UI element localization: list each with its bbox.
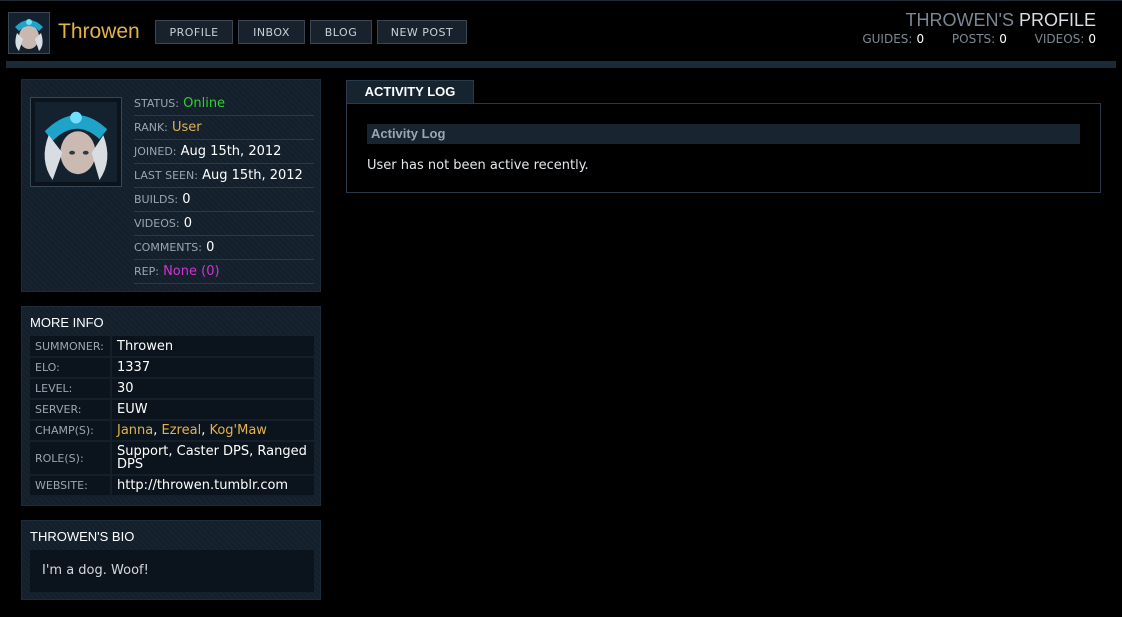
level-value: 30 [111, 378, 314, 400]
nav-new-post-button[interactable]: NEW POST [377, 20, 467, 44]
videos-row: VIDEOS: 0 [134, 212, 314, 236]
bio-title: THROWEN'S BIO [30, 529, 135, 544]
last-seen-row: LAST SEEN: Aug 15th, 2012 [134, 164, 314, 188]
table-row: SERVER: EUW [30, 399, 314, 421]
builds-label: BUILDS: [134, 193, 179, 206]
rank-label: RANK: [134, 121, 168, 134]
builds-value: 0 [182, 192, 191, 207]
header-divider [6, 61, 1116, 68]
profile-title: THROWEN'S PROFILE [906, 10, 1096, 31]
table-row: WEBSITE: http://throwen.tumblr.com [30, 475, 314, 497]
website-value[interactable]: http://throwen.tumblr.com [111, 475, 314, 497]
builds-row: BUILDS: 0 [134, 188, 314, 212]
top-border [0, 0, 1122, 1]
champ-link-janna[interactable]: Janna [117, 423, 153, 438]
roles-label: ROLE(S): [30, 441, 112, 476]
stat-posts-label: POSTS: [951, 32, 996, 46]
nav-inbox-button[interactable]: INBOX [238, 20, 305, 44]
server-value: EUW [111, 399, 314, 421]
server-label: SERVER: [30, 399, 112, 421]
more-info-title: MORE INFO [30, 315, 104, 330]
videos-label: VIDEOS: [134, 217, 180, 230]
joined-label: JOINED: [134, 145, 177, 158]
activity-log-heading: Activity Log [367, 124, 1080, 144]
stat-guides-label: GUIDES: [862, 32, 913, 46]
profile-summary-panel: STATUS: Online RANK: User JOINED: Aug 15… [21, 79, 321, 292]
summoner-value: Throwen [111, 336, 314, 358]
bio-panel: THROWEN'S BIO I'm a dog. Woof! [21, 520, 321, 600]
rep-label: REP: [134, 265, 159, 278]
champion-portrait-icon [9, 13, 49, 53]
activity-log-message: User has not been active recently. [367, 158, 589, 173]
champs-value: Janna, Ezreal, Kog'Maw [111, 420, 314, 442]
last-seen-value: Aug 15th, 2012 [202, 168, 303, 183]
elo-label: ELO: [30, 357, 112, 379]
status-label: STATUS: [134, 97, 179, 110]
website-label: WEBSITE: [30, 475, 112, 497]
stat-videos-label: VIDEOS: [1034, 32, 1085, 46]
champ-link-kogmaw[interactable]: Kog'Maw [209, 423, 266, 438]
videos-value: 0 [183, 216, 192, 231]
champs-label: CHAMP(S): [30, 420, 112, 442]
champion-portrait-icon [35, 102, 117, 182]
level-label: LEVEL: [30, 378, 112, 400]
table-row: CHAMP(S): Janna, Ezreal, Kog'Maw [30, 420, 314, 442]
table-row: SUMMONER: Throwen [30, 336, 314, 358]
status-row: STATUS: Online [134, 92, 314, 116]
nav-profile-button[interactable]: PROFILE [155, 20, 233, 44]
table-row: LEVEL: 30 [30, 378, 314, 400]
joined-row: JOINED: Aug 15th, 2012 [134, 140, 314, 164]
comments-row: COMMENTS: 0 [134, 236, 314, 260]
rep-row: REP: None (0) [134, 260, 314, 284]
rep-value: None (0) [163, 264, 220, 279]
nav-blog-button[interactable]: BLOG [310, 20, 372, 44]
stat-posts-value: 0 [999, 32, 1007, 46]
rank-value: User [172, 120, 202, 135]
comments-value: 0 [206, 240, 215, 255]
stat-videos-value: 0 [1088, 32, 1096, 46]
bio-text: I'm a dog. Woof! [30, 550, 314, 592]
user-avatar-large [30, 97, 122, 187]
roles-value: Support, Caster DPS, Ranged DPS [111, 441, 314, 476]
summoner-label: SUMMONER: [30, 336, 112, 358]
user-avatar-small[interactable] [8, 12, 50, 54]
comments-label: COMMENTS: [134, 241, 202, 254]
more-info-panel: MORE INFO SUMMONER: Throwen ELO: 1337 LEVE… [21, 306, 321, 506]
tab-activity-log[interactable]: ACTIVITY LOG [346, 80, 474, 103]
table-row: ELO: 1337 [30, 357, 314, 379]
profile-title-word: PROFILE [1018, 10, 1096, 30]
username-heading[interactable]: Throwen [58, 20, 140, 44]
stat-guides-value: 0 [916, 32, 925, 46]
more-info-table: SUMMONER: Throwen ELO: 1337 LEVEL: 30 SERVE… [30, 336, 314, 497]
activity-log-content: Activity Log User has not been active re… [346, 103, 1101, 193]
champ-link-ezreal[interactable]: Ezreal [162, 423, 202, 438]
joined-value: Aug 15th, 2012 [180, 144, 282, 159]
profile-title-owner: THROWEN'S [905, 10, 1014, 30]
elo-value: 1337 [111, 357, 314, 379]
rank-row: RANK: User [134, 116, 314, 140]
last-seen-label: LAST SEEN: [134, 169, 198, 182]
table-row: ROLE(S): Support, Caster DPS, Ranged DPS [30, 441, 314, 476]
profile-stats: GUIDES: 0 POSTS: 0 VIDEOS: 0 [862, 32, 1096, 46]
status-value: Online [183, 96, 226, 111]
